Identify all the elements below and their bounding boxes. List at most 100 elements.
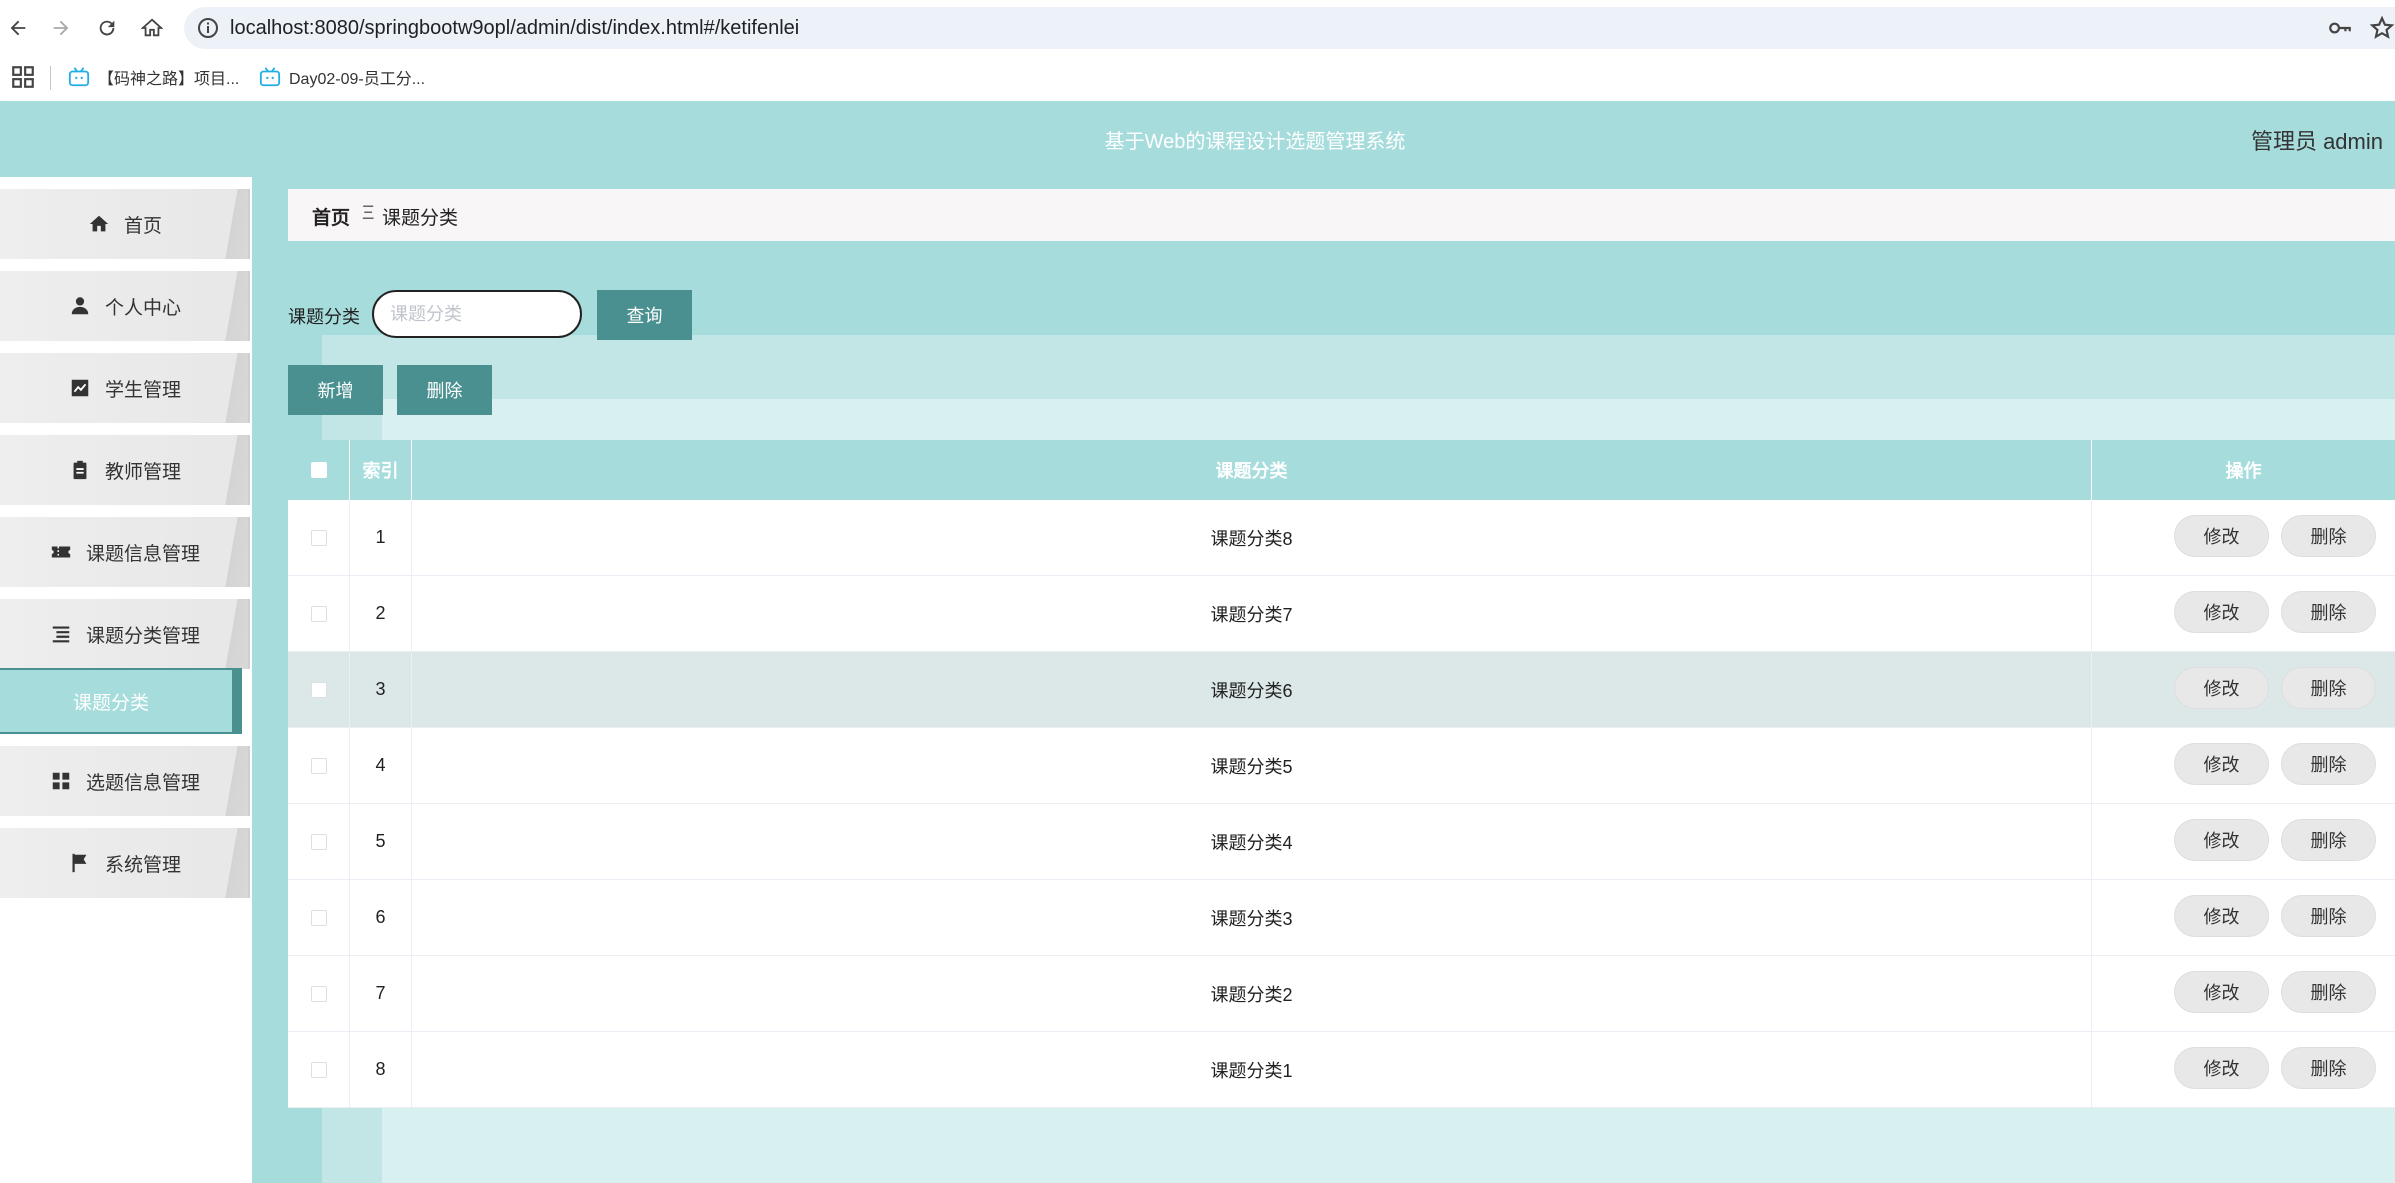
row-select-cell bbox=[288, 500, 350, 575]
row-actions: 修改 删除 bbox=[2092, 728, 2395, 803]
reload-button[interactable] bbox=[91, 12, 123, 44]
query-button[interactable]: 查询 bbox=[597, 290, 692, 340]
row-checkbox[interactable] bbox=[310, 985, 327, 1002]
edit-button[interactable]: 修改 bbox=[2174, 743, 2269, 785]
key-icon[interactable] bbox=[2327, 15, 2353, 41]
info-icon[interactable] bbox=[196, 16, 220, 40]
edit-button[interactable]: 修改 bbox=[2174, 971, 2269, 1013]
row-checkbox[interactable] bbox=[310, 1061, 327, 1078]
header-action: 操作 bbox=[2225, 461, 2262, 481]
sidebar-item-selections[interactable]: 选题信息管理 bbox=[0, 746, 250, 816]
sidebar-subitem-topic-category[interactable]: 课题分类 bbox=[0, 668, 242, 734]
back-button[interactable] bbox=[2, 12, 34, 44]
apps-grid-icon[interactable] bbox=[10, 64, 36, 90]
home-icon bbox=[89, 215, 109, 232]
table-row[interactable]: 3 课题分类6 修改 删除 bbox=[288, 652, 2395, 728]
row-index: 5 bbox=[350, 804, 412, 879]
sidebar: 首页 个人中心 学生管理 教师管理 课题信息管理 课题分类管理 课题分类 选题信… bbox=[0, 177, 253, 1183]
clipboard-icon bbox=[73, 460, 87, 480]
reload-icon bbox=[99, 20, 115, 36]
row-checkbox[interactable] bbox=[310, 909, 327, 926]
table-row[interactable]: 5 课题分类4 修改 删除 bbox=[288, 804, 2395, 880]
sidebar-item-home[interactable]: 首页 bbox=[0, 189, 250, 259]
sidebar-item-topics[interactable]: 课题信息管理 bbox=[0, 517, 250, 587]
table-row[interactable]: 7 课题分类2 修改 删除 bbox=[288, 956, 2395, 1032]
user-icon bbox=[71, 297, 89, 315]
flag-icon bbox=[72, 853, 87, 873]
sidebar-item-label: 选题信息管理 bbox=[85, 772, 200, 794]
edit-button[interactable]: 修改 bbox=[2174, 895, 2269, 937]
table-row[interactable]: 6 课题分类3 修改 删除 bbox=[288, 880, 2395, 956]
main-content: 首页 Ξ 课题分类 课题分类 查询 新增 删除 索引 课题分类 操作 1课题分类… bbox=[252, 177, 2395, 1183]
row-category: 课题分类5 bbox=[412, 728, 2092, 803]
menu-tab-decoration bbox=[224, 599, 250, 669]
edit-button[interactable]: 修改 bbox=[2174, 667, 2269, 709]
delete-button[interactable]: 删除 bbox=[2281, 971, 2376, 1013]
forward-button[interactable] bbox=[45, 12, 77, 44]
row-actions: 修改 删除 bbox=[2092, 500, 2395, 575]
sidebar-item-students[interactable]: 学生管理 bbox=[0, 353, 250, 423]
row-category: 课题分类3 bbox=[412, 880, 2092, 955]
table-row[interactable]: 1 课题分类8 修改 删除 bbox=[288, 500, 2395, 576]
ticket-icon bbox=[51, 546, 71, 558]
row-index: 3 bbox=[350, 652, 412, 727]
header-category: 课题分类 bbox=[412, 440, 2092, 500]
table-row[interactable]: 8 课题分类1 修改 删除 bbox=[288, 1032, 2395, 1108]
delete-button[interactable]: 删除 bbox=[2281, 1047, 2376, 1089]
row-checkbox[interactable] bbox=[310, 605, 327, 622]
sidebar-item-system[interactable]: 系统管理 bbox=[0, 828, 250, 898]
star-icon[interactable] bbox=[2369, 15, 2395, 41]
search-input[interactable] bbox=[372, 290, 582, 338]
bookmarks-bar: 【码神之路】项目... Day02-09-员工分... bbox=[0, 56, 2395, 101]
bookmark-label: Day02-09-员工分... bbox=[289, 71, 426, 88]
user-info[interactable]: 管理员 admin bbox=[2251, 124, 2383, 156]
home-outline-icon bbox=[141, 18, 163, 37]
row-index: 7 bbox=[350, 956, 412, 1031]
sidebar-item-label: 课题信息管理 bbox=[85, 543, 200, 565]
address-bar[interactable]: localhost:8080/springbootw9opl/admin/dis… bbox=[184, 7, 2395, 49]
address-url[interactable]: localhost:8080/springbootw9opl/admin/dis… bbox=[230, 17, 799, 40]
row-actions: 修改 删除 bbox=[2092, 576, 2395, 651]
table-row[interactable]: 2 课题分类7 修改 删除 bbox=[288, 576, 2395, 652]
delete-button[interactable]: 删除 bbox=[2281, 819, 2376, 861]
row-category: 课题分类1 bbox=[412, 1032, 2092, 1107]
row-checkbox[interactable] bbox=[310, 529, 327, 546]
row-checkbox[interactable] bbox=[310, 757, 327, 774]
row-select-cell bbox=[288, 576, 350, 651]
delete-button[interactable]: 删除 bbox=[2281, 515, 2376, 557]
add-button[interactable]: 新增 bbox=[288, 365, 383, 415]
row-actions: 修改 删除 bbox=[2092, 652, 2395, 727]
batch-delete-button[interactable]: 删除 bbox=[397, 365, 492, 415]
row-select-cell bbox=[288, 1032, 350, 1107]
breadcrumb-current: 课题分类 bbox=[382, 208, 459, 229]
row-category: 课题分类4 bbox=[412, 804, 2092, 879]
edit-button[interactable]: 修改 bbox=[2174, 591, 2269, 633]
breadcrumb-home[interactable]: 首页 bbox=[312, 203, 350, 230]
row-checkbox[interactable] bbox=[310, 681, 327, 698]
breadcrumb: 首页 Ξ 课题分类 bbox=[288, 189, 2395, 241]
home-button[interactable] bbox=[136, 12, 168, 44]
table-row[interactable]: 4 课题分类5 修改 删除 bbox=[288, 728, 2395, 804]
browser-toolbar: localhost:8080/springbootw9opl/admin/dis… bbox=[0, 0, 2395, 56]
edit-button[interactable]: 修改 bbox=[2174, 1047, 2269, 1089]
select-all-checkbox[interactable] bbox=[310, 462, 327, 478]
sidebar-item-label: 教师管理 bbox=[104, 461, 181, 483]
sidebar-item-label: 系统管理 bbox=[104, 854, 181, 876]
row-category: 课题分类8 bbox=[412, 500, 2092, 575]
bilibili-icon bbox=[68, 67, 90, 87]
row-index: 1 bbox=[350, 500, 412, 575]
sidebar-item-teachers[interactable]: 教师管理 bbox=[0, 435, 250, 505]
header-index: 索引 bbox=[350, 440, 412, 500]
row-checkbox[interactable] bbox=[310, 833, 327, 850]
sidebar-item-profile[interactable]: 个人中心 bbox=[0, 271, 250, 341]
sidebar-item-label: 首页 bbox=[123, 215, 162, 237]
edit-button[interactable]: 修改 bbox=[2174, 819, 2269, 861]
delete-button[interactable]: 删除 bbox=[2281, 667, 2376, 709]
delete-button[interactable]: 删除 bbox=[2281, 895, 2376, 937]
sidebar-item-topic-categories[interactable]: 课题分类管理 bbox=[0, 599, 250, 669]
delete-button[interactable]: 删除 bbox=[2281, 743, 2376, 785]
bookmark-item-1[interactable]: 【码神之路】项目... bbox=[68, 65, 239, 89]
edit-button[interactable]: 修改 bbox=[2174, 515, 2269, 557]
delete-button[interactable]: 删除 bbox=[2281, 591, 2376, 633]
bookmark-item-2[interactable]: Day02-09-员工分... bbox=[259, 65, 425, 89]
